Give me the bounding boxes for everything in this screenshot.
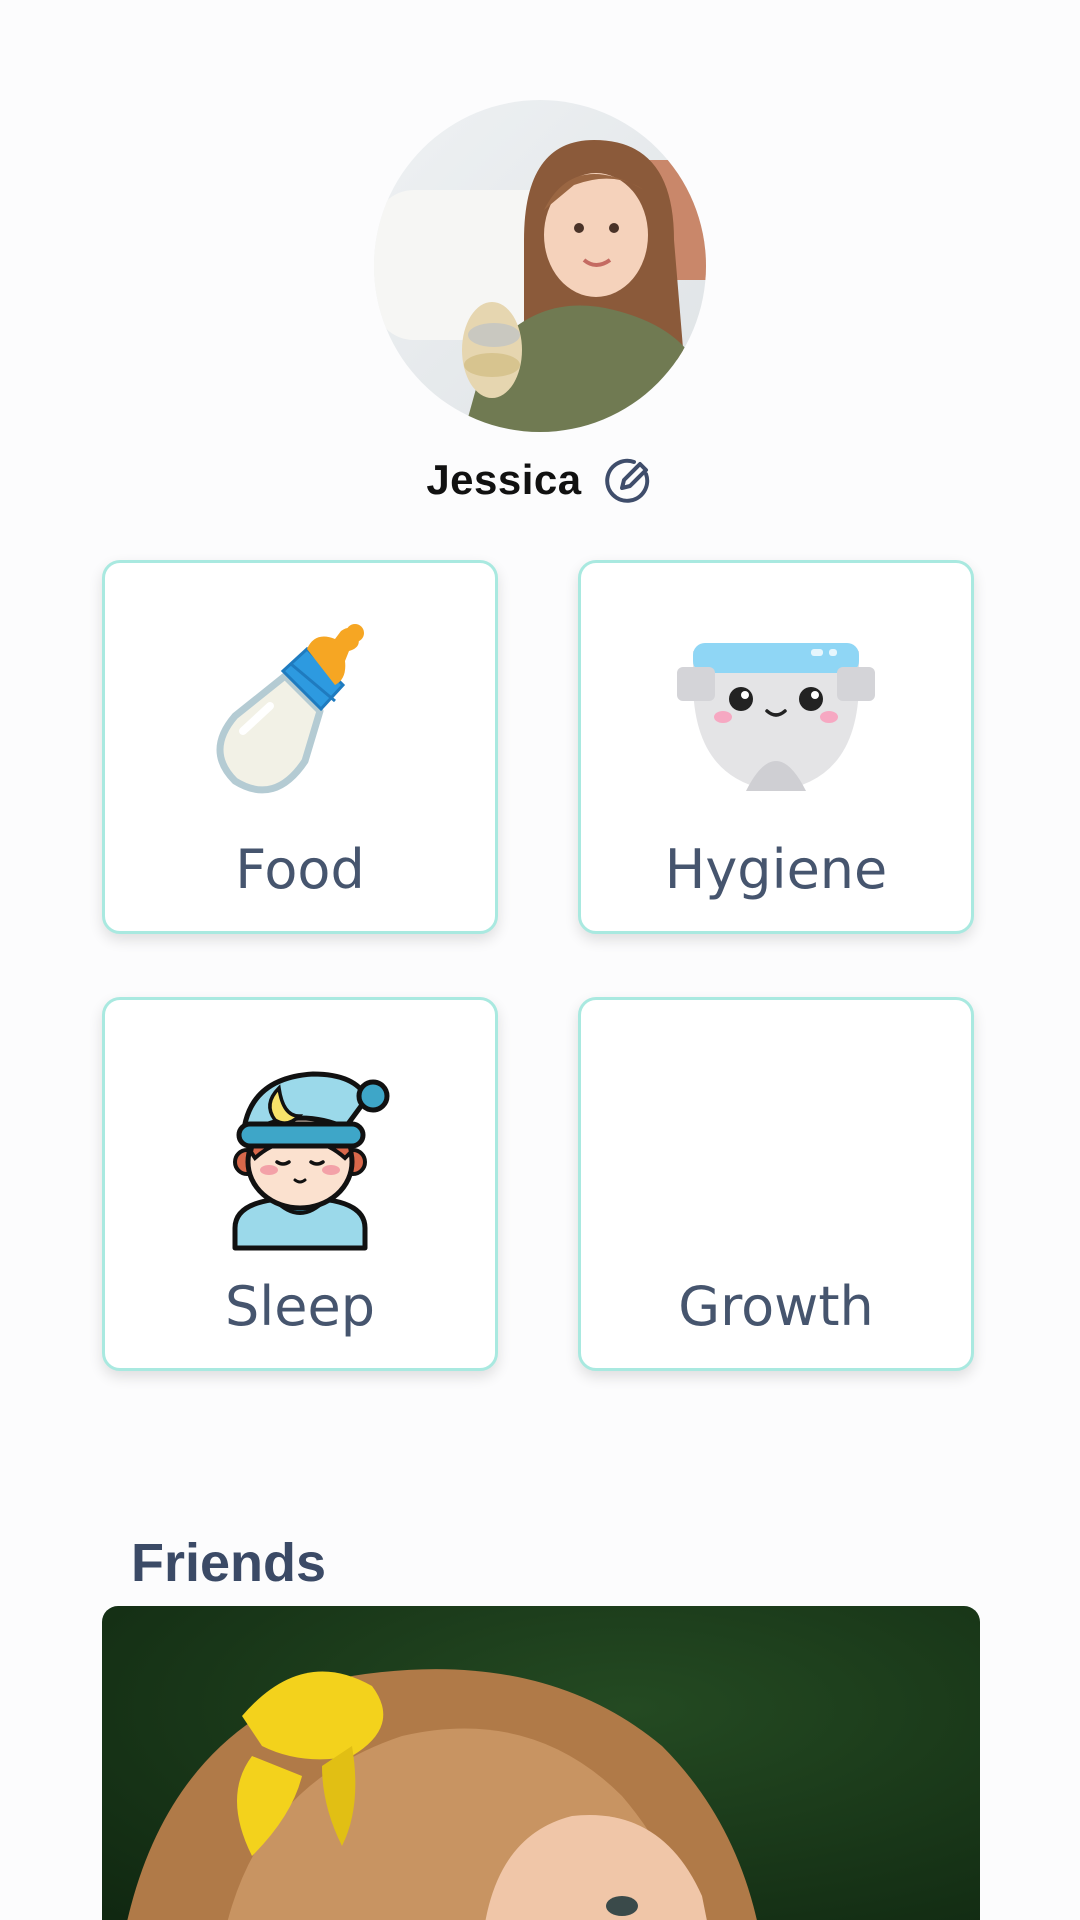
profile-name-row: Jessica [0, 448, 1080, 512]
category-card-growth[interactable]: Growth [578, 997, 974, 1371]
profile-name: Jessica [426, 456, 582, 503]
category-label: Hygiene [664, 838, 888, 901]
friend-card[interactable] [102, 1606, 980, 1920]
profile-screen: Jessica Food Hygiene Sleep Growth Friend… [0, 0, 1080, 1920]
growth-icon-placeholder [671, 1058, 881, 1268]
category-label: Sleep [224, 1275, 375, 1338]
diaper-icon [671, 621, 881, 831]
category-label: Growth [678, 1275, 874, 1338]
avatar-photo [374, 100, 706, 432]
sleeping-baby-icon [195, 1058, 405, 1268]
friends-section-title: Friends [131, 1533, 327, 1593]
category-card-hygiene[interactable]: Hygiene [578, 560, 974, 934]
category-card-sleep[interactable]: Sleep [102, 997, 498, 1371]
friend-photo [102, 1606, 980, 1920]
category-card-food[interactable]: Food [102, 560, 498, 934]
baby-bottle-icon [195, 621, 405, 831]
category-label: Food [235, 838, 365, 901]
profile-avatar[interactable] [374, 100, 706, 432]
edit-pencil-icon[interactable] [602, 454, 654, 506]
